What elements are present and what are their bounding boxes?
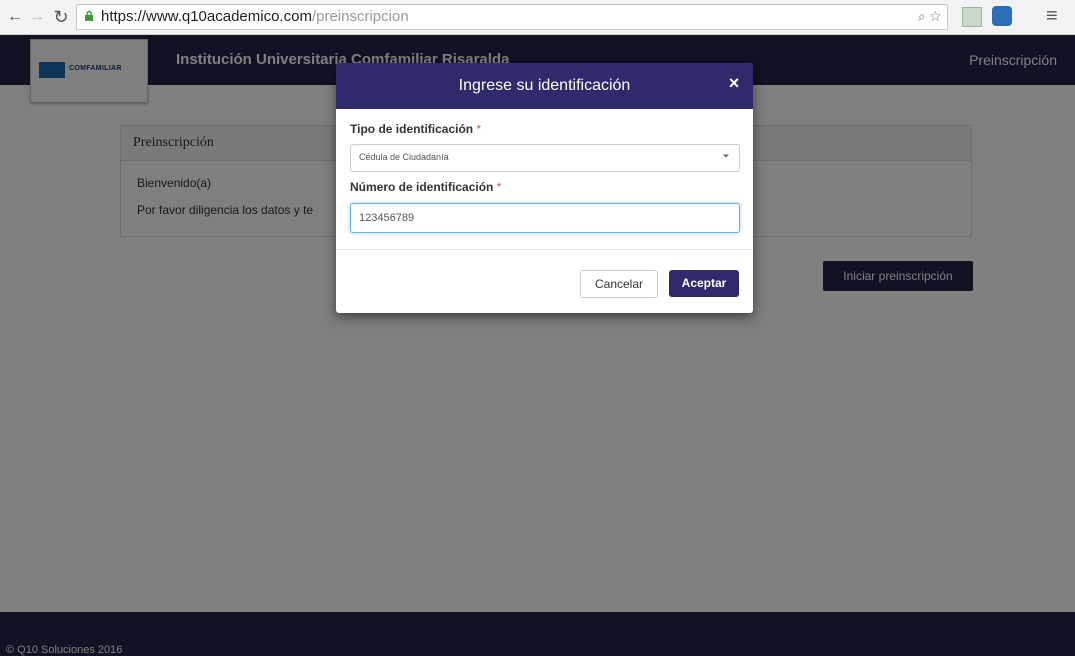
extension-icon[interactable] <box>962 7 982 27</box>
url-text: https://www.q10academico.com/preinscripc… <box>101 8 409 25</box>
modal-header: Ingrese su identificación × <box>336 63 753 109</box>
reload-icon[interactable]: ↻ <box>50 6 72 28</box>
zoom-icon[interactable]: ⌕ <box>918 8 926 24</box>
extension-icon[interactable] <box>992 6 1012 26</box>
address-bar[interactable]: https://www.q10academico.com/preinscripc… <box>76 4 948 30</box>
accept-button[interactable]: Aceptar <box>669 270 739 297</box>
lock-icon <box>85 10 93 21</box>
url-host: www.q10academico.com <box>146 8 312 25</box>
menu-icon[interactable]: ≡ <box>1046 5 1058 28</box>
id-number-label: Número de identificación * <box>350 180 501 194</box>
chevron-down-icon <box>723 154 729 158</box>
browser-toolbar: ← → ↻ https://www.q10academico.com/prein… <box>0 0 1075 35</box>
id-type-label-text: Tipo de identificación <box>350 122 474 136</box>
id-number-input[interactable]: 123456789 <box>350 203 740 233</box>
bookmark-star-icon[interactable]: ☆ <box>930 8 941 24</box>
modal-divider <box>336 249 753 250</box>
id-type-select[interactable]: Cédula de Ciudadanía <box>350 144 740 172</box>
id-number-value: 123456789 <box>359 212 415 224</box>
cancel-button[interactable]: Cancelar <box>580 270 658 298</box>
id-type-selected-value: Cédula de Ciudadanía <box>359 152 449 162</box>
close-icon[interactable]: × <box>726 73 742 93</box>
url-path: /preinscripcion <box>311 8 409 25</box>
modal-title: Ingrese su identificación <box>458 77 631 94</box>
identification-modal: Ingrese su identificación × Tipo de iden… <box>336 63 753 313</box>
required-mark: * <box>496 180 502 194</box>
id-number-label-text: Número de identificación <box>350 180 494 194</box>
url-prefix: https:// <box>101 8 147 25</box>
forward-arrow-icon[interactable]: → <box>26 6 48 28</box>
back-arrow-icon[interactable]: ← <box>4 6 26 28</box>
url-actions: ⌕ ☆ <box>918 8 941 25</box>
id-type-label: Tipo de identificación * <box>350 122 481 136</box>
required-mark: * <box>476 122 482 136</box>
